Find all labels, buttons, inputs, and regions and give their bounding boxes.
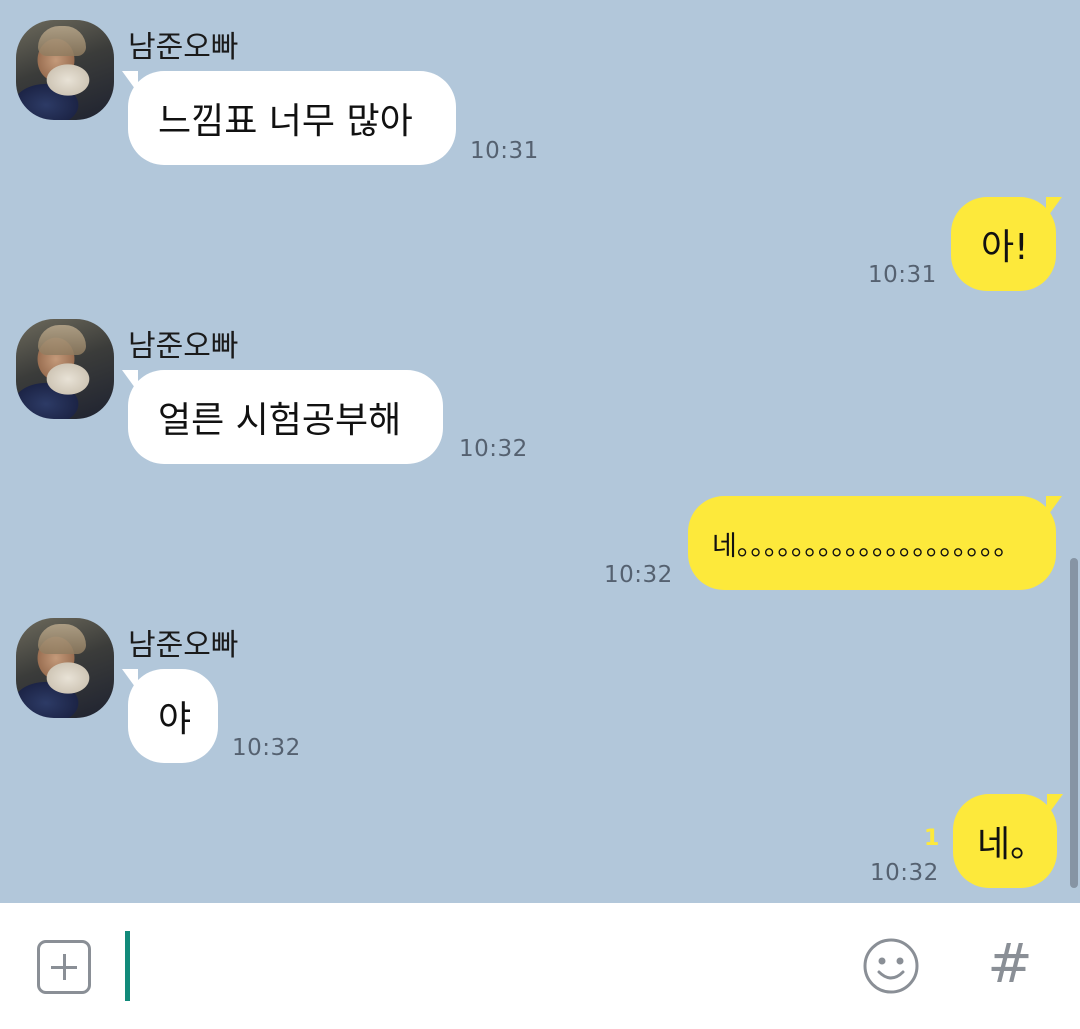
incoming-message-bubble[interactable]: 얼른 시험공부해 bbox=[122, 370, 443, 464]
message-composer: # bbox=[0, 903, 1080, 1029]
hash-icon[interactable]: # bbox=[984, 933, 1036, 995]
smiley-icon[interactable] bbox=[862, 937, 920, 995]
incoming-message-bubble[interactable]: 야 bbox=[122, 669, 218, 763]
chat-scrollbar[interactable] bbox=[1070, 558, 1078, 888]
incoming-message-bubble[interactable]: 느낌표 너무 많아 bbox=[122, 71, 456, 165]
sender-name: 남준오빠 bbox=[128, 628, 239, 663]
message-time: 10:32 bbox=[232, 735, 301, 761]
sender-avatar[interactable] bbox=[16, 618, 114, 718]
message-text: 아! bbox=[981, 227, 1029, 268]
sender-avatar[interactable] bbox=[16, 319, 114, 419]
message-text: 네。 bbox=[977, 824, 1047, 865]
sender-name: 남준오빠 bbox=[128, 329, 239, 364]
message-time: 10:32 bbox=[459, 436, 528, 462]
outgoing-message-bubble[interactable]: 아! bbox=[951, 197, 1062, 291]
message-text: 야 bbox=[158, 699, 192, 740]
message-time: 10:32 bbox=[870, 860, 939, 886]
message-text: 얼른 시험공부해 bbox=[158, 400, 402, 441]
sender-name: 남준오빠 bbox=[128, 30, 239, 65]
message-time: 10:31 bbox=[470, 138, 539, 164]
sender-avatar[interactable] bbox=[16, 20, 114, 120]
message-text: 네。。。。。。。。。。。。。。。。。。。。 bbox=[712, 530, 1021, 562]
message-time: 10:31 bbox=[868, 262, 937, 288]
unread-count-badge: 1 bbox=[924, 826, 940, 851]
outgoing-message-bubble[interactable]: 네。 bbox=[953, 794, 1063, 888]
message-input[interactable] bbox=[118, 927, 854, 1007]
message-text: 느낌표 너무 많아 bbox=[158, 101, 413, 142]
chat-area[interactable]: 남준오빠 느낌표 너무 많아 10:31 10:31 아! 남준오빠 얼른 시험… bbox=[0, 0, 1080, 903]
outgoing-message-bubble[interactable]: 네。。。。。。。。。。。。。。。。。。。。 bbox=[688, 496, 1062, 590]
plus-square-icon[interactable] bbox=[37, 940, 91, 994]
message-time: 10:32 bbox=[604, 562, 673, 588]
